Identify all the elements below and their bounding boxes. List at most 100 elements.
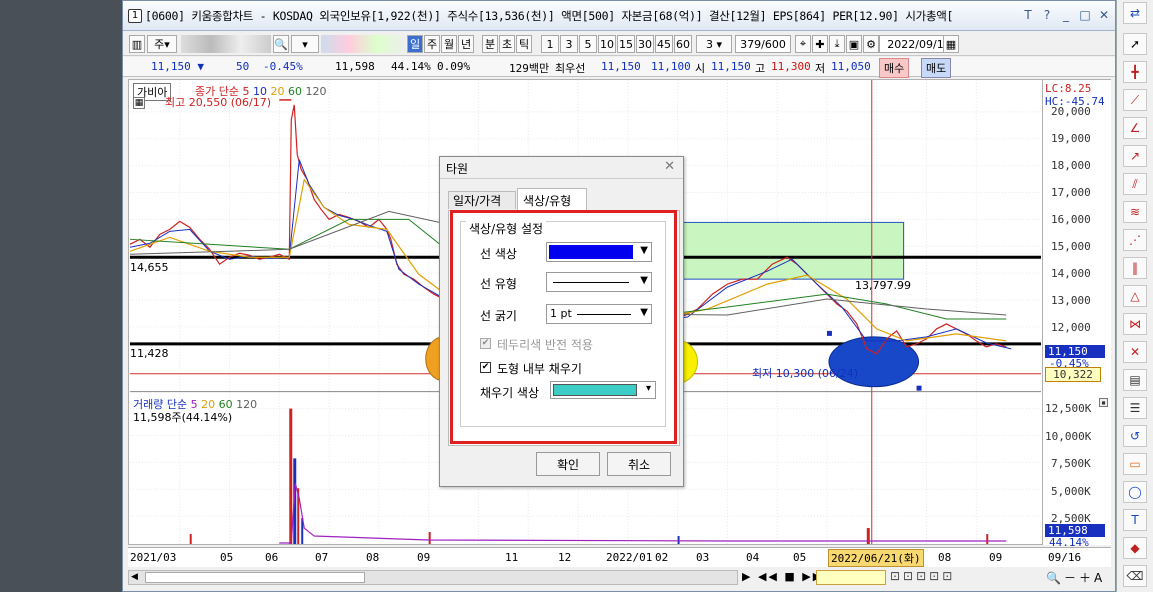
xtick-08: 08 — [366, 551, 380, 564]
interval-1[interactable]: 1 — [541, 35, 559, 53]
period-tab-second[interactable]: 초 — [499, 35, 515, 53]
handle-2[interactable] — [916, 385, 922, 391]
fill-color-select[interactable]: ▾ — [550, 381, 656, 399]
vertical-lines-icon[interactable]: ‖ — [1123, 257, 1147, 279]
line-width-preview — [577, 314, 631, 315]
angle-line-icon[interactable]: ∠ — [1123, 117, 1147, 139]
y-axis[interactable]: LC:8.25 HC:-45.74 20,000 19,000 18,000 1… — [1043, 79, 1111, 549]
tool-icon-1[interactable]: ⌖ — [795, 35, 811, 53]
crosshair-icon[interactable]: ╋ — [1123, 61, 1147, 83]
stock-select[interactable]: ▾ — [291, 35, 319, 53]
scroll-thumb[interactable] — [145, 572, 365, 583]
interval-select[interactable]: 3 ▾ — [696, 35, 732, 53]
xtick-09: 09 — [417, 551, 431, 564]
cancel-button[interactable]: 취소 — [607, 452, 671, 476]
ray-icon[interactable]: ↗ — [1123, 145, 1147, 167]
fill-checkbox[interactable]: ✔ — [480, 362, 491, 373]
triangle-icon[interactable]: △ — [1123, 285, 1147, 307]
chart-menu-icon[interactable]: ▥ — [129, 35, 145, 53]
pane-menu-icon[interactable]: ▪ — [1099, 398, 1108, 407]
marker-icon[interactable]: ◆ — [1123, 537, 1147, 559]
window-title: [0600] 키움종합차트 - KOSDAQ 외국인보유[1,922(천)] 주… — [145, 8, 954, 23]
gear-icon[interactable]: ⚙ — [863, 35, 879, 53]
xtick-11: 11 — [505, 551, 519, 564]
type-select[interactable]: 주 ▾ — [147, 35, 177, 53]
dialog-close-icon[interactable]: ✕ — [664, 159, 675, 174]
close-icon[interactable]: ✕ — [1097, 8, 1111, 22]
help-icon[interactable]: ? — [1040, 8, 1054, 22]
title-bar[interactable]: 1 [0600] 키움종합차트 - KOSDAQ 외국인보유[1,922(천)]… — [123, 1, 1115, 31]
undo-icon[interactable]: ↺ — [1123, 425, 1147, 447]
hline-lower-label: 11,428 — [130, 347, 169, 360]
toggle-icon[interactable]: ⇄ — [1123, 2, 1147, 24]
search-icon[interactable]: 🔍 — [273, 35, 289, 53]
tool-icon-3[interactable]: ⤓ — [829, 35, 845, 53]
channel-icon[interactable]: ⫽ — [1123, 173, 1147, 195]
interval-30[interactable]: 30 — [636, 35, 654, 53]
interval-60[interactable]: 60 — [674, 35, 692, 53]
rectangle-drawing[interactable] — [682, 221, 905, 280]
arc-icon[interactable]: ✕ — [1123, 341, 1147, 363]
handle-1[interactable] — [826, 330, 832, 336]
interval-15[interactable]: 15 — [617, 35, 635, 53]
horizontal-scrollbar[interactable]: ◀ — [128, 570, 738, 585]
levels-icon[interactable]: ☰ — [1123, 397, 1147, 419]
text-tool-icon[interactable]: T — [1123, 509, 1147, 531]
x-axis[interactable]: 2021/03 05 06 07 08 09 11 12 2022/01 02 … — [128, 547, 1111, 567]
maximize-icon[interactable]: □ — [1078, 8, 1092, 22]
table-icon[interactable]: ▤ — [1123, 369, 1147, 391]
fan-icon[interactable]: ≋ — [1123, 201, 1147, 223]
border-invert-checkbox[interactable]: ✔ — [480, 338, 491, 349]
minimize-icon[interactable]: _ — [1059, 8, 1073, 22]
trendline-icon[interactable]: ⟋ — [1123, 89, 1147, 111]
xtick-2021-03: 2021/03 — [130, 551, 177, 564]
interval-5[interactable]: 5 — [579, 35, 597, 53]
count-input[interactable]: 379/600 — [735, 35, 791, 53]
interval-10[interactable]: 10 — [598, 35, 616, 53]
period-tab-year[interactable]: 년 — [458, 35, 474, 53]
ok-button[interactable]: 확인 — [536, 452, 600, 476]
calendar-icon[interactable]: ▦ — [943, 35, 959, 53]
fibonacci-icon[interactable]: ⋈ — [1123, 313, 1147, 335]
best-label: 최우선 — [555, 62, 586, 75]
xtick-07: 07 — [315, 551, 329, 564]
dialog-titlebar[interactable]: 타원 ✕ — [440, 157, 683, 179]
line-type-select[interactable]: ▼ — [546, 272, 652, 292]
tab-date-price[interactable]: 일자/가격 — [448, 191, 516, 209]
period-tab-tick[interactable]: 틱 — [516, 35, 532, 53]
zoom-icons[interactable]: 🔍－＋A — [1046, 569, 1105, 586]
buy-button[interactable]: 매수 — [879, 58, 910, 78]
grid-toggle-icon[interactable]: ▦ — [133, 97, 145, 109]
stock-name-blurred — [321, 35, 405, 53]
vtick-5000k: 5,000K — [1051, 485, 1091, 498]
fill-color-swatch — [553, 384, 637, 396]
tab-color-type[interactable]: 색상/유형 — [517, 188, 587, 210]
save-icon[interactable]: ▣ — [846, 35, 862, 53]
sell-button[interactable]: 매도 — [921, 58, 952, 78]
stock-code-blurred[interactable] — [181, 35, 271, 53]
tool-icon-2[interactable]: ✚ — [812, 35, 828, 53]
view-tool-icons[interactable]: ⊡⊡⊡⊡⊡ — [890, 569, 955, 583]
rectangle-tool-icon[interactable]: ▭ — [1123, 453, 1147, 475]
period-tab-week[interactable]: 주 — [424, 35, 440, 53]
text-icon[interactable]: T — [1021, 8, 1035, 22]
type-select-label: 주 — [154, 38, 165, 51]
fill-label: 도형 내부 채우기 — [497, 362, 582, 376]
ytick-20000: 20,000 — [1051, 105, 1091, 118]
ellipse-tool-icon[interactable]: ◯ — [1123, 481, 1147, 503]
line-color-select[interactable]: ▼ — [546, 242, 652, 262]
line-width-select[interactable]: 1 pt ▼ — [546, 304, 652, 324]
cursor-icon[interactable]: ➚ — [1123, 33, 1147, 55]
eraser-icon[interactable]: ⌫ — [1123, 565, 1147, 587]
period-tab-month[interactable]: 월 — [441, 35, 457, 53]
max-label: 최고 20,550 (06/17) — [165, 96, 272, 109]
line-width-label: 선 굵기 — [480, 309, 517, 323]
scroll-left-icon[interactable]: ◀ — [131, 572, 138, 582]
zoom-slider[interactable] — [816, 570, 886, 585]
period-tab-day[interactable]: 일 — [407, 35, 423, 53]
period-tab-minute[interactable]: 분 — [482, 35, 498, 53]
interval-3[interactable]: 3 — [560, 35, 578, 53]
playback-controls[interactable]: ▶ ◀◀ ■ ▶▶ — [742, 570, 823, 583]
interval-45[interactable]: 45 — [655, 35, 673, 53]
gann-icon[interactable]: ⋰ — [1123, 229, 1147, 251]
